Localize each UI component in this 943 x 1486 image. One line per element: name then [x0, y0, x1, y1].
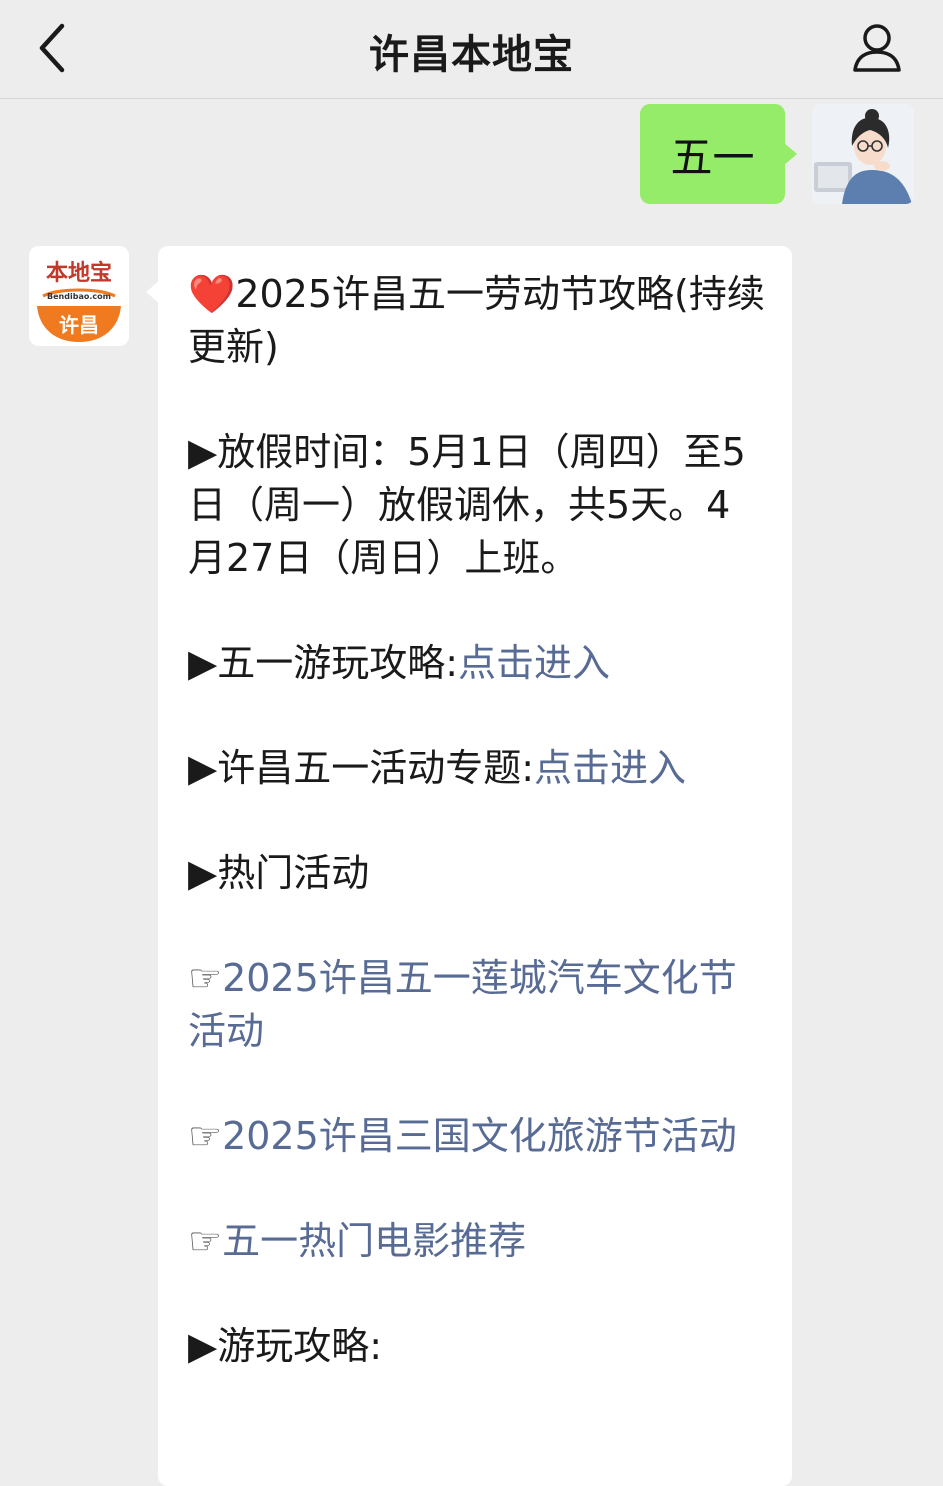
travel-guide-link[interactable]: 点击进入: [458, 641, 610, 685]
event-item-three-kingdoms: ☞2025许昌三国文化旅游节活动: [188, 1110, 766, 1163]
heart-icon: ❤️: [188, 272, 236, 316]
chat-header: 许昌本地宝: [0, 0, 943, 99]
chat-title: 许昌本地宝: [369, 32, 574, 78]
pointing-hand-icon: ☞: [188, 1219, 223, 1263]
event-item-movies: ☞五一热门电影推荐: [188, 1215, 766, 1268]
sent-message-text: 五一: [670, 132, 755, 182]
reply-content: ❤️2025许昌五一劳动节攻略(持续更新) ▶放假时间：5月1日（周四）至5日（…: [188, 268, 766, 1425]
event-link-movies[interactable]: 五一热门电影推荐: [222, 1219, 526, 1263]
reply-title-paragraph: ❤️2025许昌五一劳动节攻略(持续更新): [188, 268, 766, 374]
event-link-three-kingdoms[interactable]: 2025许昌三国文化旅游节活动: [222, 1114, 737, 1158]
user-avatar-image: [812, 104, 914, 204]
travel-guide-label: ▶五一游玩攻略:: [188, 641, 459, 685]
bot-avatar[interactable]: 本地宝 Bendibao.com 许昌: [29, 246, 129, 346]
travel-guide-paragraph: ▶五一游玩攻略:点击进入: [188, 637, 766, 690]
reply-message-bubble: ❤️2025许昌五一劳动节攻略(持续更新) ▶放假时间：5月1日（周四）至5日（…: [146, 246, 792, 1486]
guide-heading: ▶游玩攻略:: [188, 1324, 383, 1368]
event-item-car-festival: ☞2025许昌五一莲城汽车文化节活动: [188, 952, 766, 1058]
hot-activities-heading: ▶热门活动: [188, 851, 370, 895]
reply-title: 2025许昌五一劳动节攻略(持续更新): [188, 272, 765, 369]
svg-text:本地宝: 本地宝: [46, 260, 112, 286]
activity-topic-paragraph: ▶许昌五一活动专题:点击进入: [188, 742, 766, 795]
svg-text:许昌: 许昌: [59, 313, 99, 337]
holiday-paragraph: ▶放假时间：5月1日（周四）至5日（周一）放假调休，共5天。4月27日（周日）上…: [188, 426, 766, 585]
bendibao-logo: 本地宝 Bendibao.com 许昌: [29, 246, 129, 346]
person-icon: [853, 24, 901, 72]
event-link-car-festival[interactable]: 2025许昌五一莲城汽车文化节活动: [188, 956, 737, 1053]
pointing-hand-icon: ☞: [188, 956, 223, 1000]
svg-text:Bendibao.com: Bendibao.com: [47, 292, 111, 301]
user-avatar[interactable]: [812, 104, 914, 204]
activity-topic-label: ▶许昌五一活动专题:: [188, 746, 535, 790]
activity-topic-link[interactable]: 点击进入: [534, 746, 686, 790]
pointing-hand-icon: ☞: [188, 1114, 223, 1158]
holiday-label: ▶放假时间：: [188, 430, 408, 474]
sent-message-bubble[interactable]: 五一: [640, 104, 797, 204]
profile-button[interactable]: [847, 18, 907, 78]
